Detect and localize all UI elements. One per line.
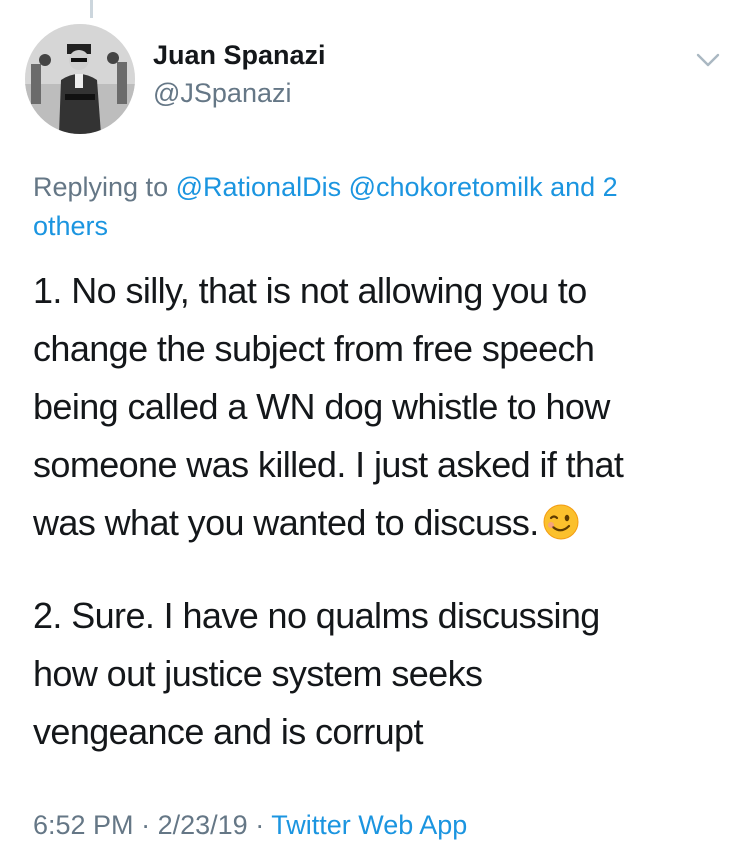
tweet-line: 2. Sure. I have no qualms discussing (33, 595, 600, 636)
tweet-line-last: was what you wanted to discuss. (33, 494, 723, 552)
tweet-meta: 6:52 PM · 2/23/19 · Twitter Web App (33, 810, 467, 841)
meta-separator: · (141, 810, 151, 840)
thread-connector-line (90, 0, 93, 18)
tweet-line: change the subject from free speech (33, 328, 595, 369)
tweet-line: someone was killed. I just asked if that (33, 444, 624, 485)
tweet-time[interactable]: 6:52 PM (33, 810, 134, 840)
and-others-line2[interactable]: others (33, 211, 108, 241)
tweet-line: vengeance and is corrupt (33, 711, 423, 752)
tweet-line: how out justice system seeks (33, 653, 483, 694)
avatar-image-icon (25, 24, 135, 134)
winking-face-emoji-icon (543, 504, 579, 540)
author-handle[interactable]: @JSpanazi (153, 78, 291, 109)
replying-prefix: Replying to (33, 172, 169, 202)
replying-to: Replying to @RationalDis @chokoretomilk … (33, 168, 723, 246)
tweet-paragraph-1: 1. No silly, that is not allowing you to… (33, 262, 723, 552)
tweet-options-chevron-down-icon[interactable] (692, 46, 724, 74)
mention-chokoretomilk[interactable]: @chokoretomilk (349, 172, 543, 202)
and-others-line1[interactable]: and 2 (550, 172, 618, 202)
tweet-date[interactable]: 2/23/19 (158, 810, 248, 840)
tweet-line-text: was what you wanted to discuss. (33, 502, 539, 543)
mention-rationaldis[interactable]: @RationalDis (176, 172, 341, 202)
author-name[interactable]: Juan Spanazi (153, 40, 326, 71)
tweet-paragraph-2: 2. Sure. I have no qualms discussing how… (33, 587, 723, 761)
source-app-link[interactable]: Twitter Web App (271, 810, 467, 840)
avatar[interactable] (25, 24, 135, 134)
meta-separator: · (255, 810, 265, 840)
tweet-line: being called a WN dog whistle to how (33, 386, 610, 427)
tweet-line: 1. No silly, that is not allowing you to (33, 270, 587, 311)
